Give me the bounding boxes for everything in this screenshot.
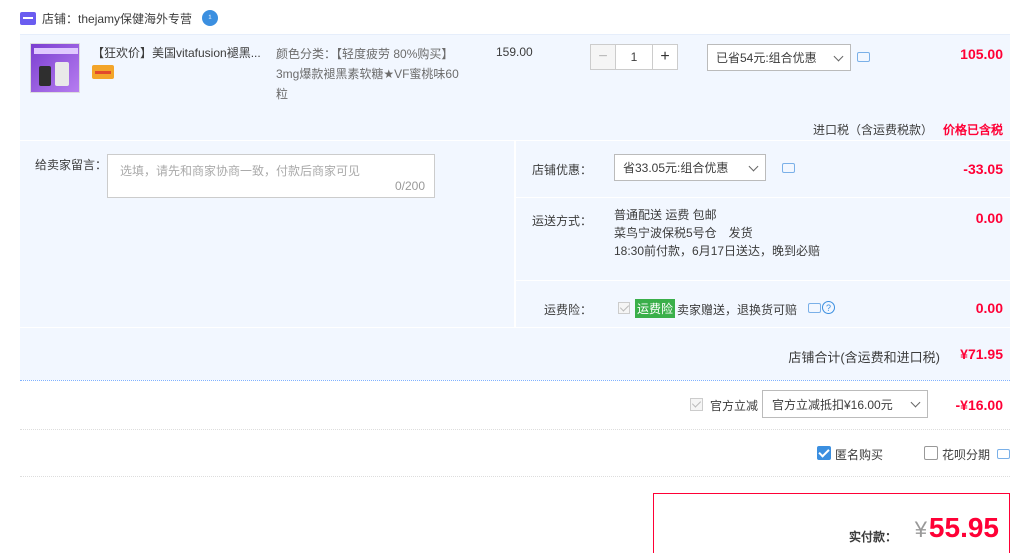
shipping-line-3: 18:30前付款，6月17日送达，晚到必赔: [614, 244, 821, 258]
purchase-options-row: 匿名购买 花呗分期: [20, 431, 1010, 477]
shop-discount-label: 店铺优惠：: [531, 163, 592, 177]
official-discount-value: 官方立减抵扣¥16.00元: [772, 397, 893, 412]
chevron-down-icon: [748, 161, 759, 172]
shop-name-link[interactable]: thejamy保健海外专营: [78, 10, 192, 27]
order-options: 店铺优惠： 省33.05元:组合优惠 -33.05 运送方式： 普通配送 运费 …: [516, 141, 1010, 327]
official-discount-amount: -¥16.00: [955, 397, 1003, 413]
shop-icon: [20, 11, 36, 25]
item-promo-value: 已省54元:组合优惠: [716, 51, 817, 65]
sku-label: 颜色分类：: [276, 47, 337, 61]
product-title-link[interactable]: 【狂欢价】美国vitafusion褪黑...: [92, 44, 272, 61]
official-discount-label: 官方立减: [710, 399, 759, 413]
tax-label: 进口税（含运费税款）: [812, 123, 933, 137]
seller-note-label: 给卖家留言：: [35, 158, 108, 172]
help-icon[interactable]: ?: [822, 301, 835, 314]
unit-price: 159.00: [496, 45, 533, 59]
order-item-row: 【狂欢价】美国vitafusion褪黑... 颜色分类：【轻度疲劳 80%购买】…: [20, 34, 1010, 140]
shop-total-row: 店铺合计(含运费和进口税) ¥71.95: [20, 328, 1010, 380]
seller-note-section: 给卖家留言： 选填，请先和商家协商一致，付款后商家可见 0/200: [20, 141, 514, 327]
payment-total: 55.95: [928, 512, 999, 543]
comment-icon[interactable]: [782, 163, 795, 173]
payment-summary: 实付款： ¥ 55.95: [653, 493, 1010, 553]
insurance-text: 卖家赠送，退换货可赔: [677, 303, 798, 317]
item-promo-select[interactable]: 已省54元:组合优惠: [707, 44, 851, 71]
shipping-line-2: 菜鸟宁波保税5号仓 发货: [614, 226, 753, 240]
tax-row: 进口税（含运费税款） 价格已含税: [813, 121, 1003, 138]
official-discount-select[interactable]: 官方立减抵扣¥16.00元: [762, 390, 928, 418]
tax-status: 价格已含税: [942, 123, 1003, 137]
insurance-label: 运费险：: [543, 303, 592, 317]
shipping-row: 运送方式： 普通配送 运费 包邮 菜鸟宁波保税5号仓 发货 18:30前付款，6…: [516, 198, 1010, 280]
chevron-down-icon: [833, 51, 844, 62]
shop-total-label: 店铺合计(含运费和进口税): [788, 350, 940, 365]
shipping-details: 普通配送 运费 包邮 菜鸟宁波保税5号仓 发货 18:30前付款，6月17日送达…: [614, 206, 820, 260]
shipping-line-1: 普通配送 运费 包邮: [614, 208, 717, 222]
seller-note-input[interactable]: 选填，请先和商家协商一致，付款后商家可见 0/200: [107, 154, 435, 198]
insurance-checkbox[interactable]: [618, 302, 630, 314]
payment-currency: ¥: [914, 517, 927, 542]
shop-discount-select[interactable]: 省33.05元:组合优惠: [614, 154, 766, 181]
huabei-label[interactable]: 花呗分期: [942, 446, 990, 463]
insurance-tag: 运费险: [635, 299, 676, 318]
payment-label: 实付款：: [848, 530, 897, 544]
shop-discount-row: 店铺优惠： 省33.05元:组合优惠 -33.05: [516, 141, 1010, 197]
shop-header: 店铺： thejamy保健海外专营 ¹: [20, 8, 219, 28]
insurance-row: 运费险： 运费险 卖家赠送，退换货可赔 ? 0.00: [516, 281, 1010, 327]
anonymous-checkbox[interactable]: [817, 446, 831, 460]
shop-discount-amount: -33.05: [963, 161, 1003, 177]
quantity-input[interactable]: 1: [616, 44, 652, 70]
quantity-plus-button[interactable]: +: [652, 44, 678, 70]
comment-icon[interactable]: [808, 303, 821, 313]
product-thumbnail[interactable]: [30, 43, 80, 93]
shop-total-value: ¥71.95: [960, 346, 1003, 362]
service-area: 给卖家留言： 选填，请先和商家协商一致，付款后商家可见 0/200 店铺优惠： …: [20, 141, 1010, 381]
comment-icon[interactable]: [857, 52, 870, 62]
comment-icon[interactable]: [997, 449, 1010, 459]
sku-info: 颜色分类：【轻度疲劳 80%购买】3mg爆款褪黑素软糖★VF蜜桃味60粒: [276, 44, 466, 104]
chevron-down-icon: [910, 397, 921, 408]
shipping-amount: 0.00: [975, 210, 1003, 226]
credit-card-icon: [92, 65, 114, 79]
huabei-checkbox[interactable]: [924, 446, 938, 460]
anonymous-label[interactable]: 匿名购买: [835, 446, 883, 463]
shipping-label: 运送方式：: [531, 214, 592, 228]
item-total: 105.00: [960, 46, 1003, 62]
official-discount-row: 官方立减 官方立减抵扣¥16.00元 -¥16.00: [20, 382, 1010, 430]
wangwang-chat-icon[interactable]: ¹: [202, 10, 219, 26]
insurance-amount: 0.00: [975, 300, 1003, 316]
seller-note-placeholder: 选填，请先和商家协商一致，付款后商家可见: [120, 164, 361, 178]
official-discount-checkbox[interactable]: [690, 398, 703, 411]
shop-label: 店铺：: [42, 11, 79, 26]
seller-note-counter: 0/200: [394, 179, 425, 193]
shop-discount-value: 省33.05元:组合优惠: [623, 161, 729, 175]
quantity-stepper: − 1 +: [590, 44, 678, 70]
quantity-minus-button[interactable]: −: [590, 44, 616, 70]
